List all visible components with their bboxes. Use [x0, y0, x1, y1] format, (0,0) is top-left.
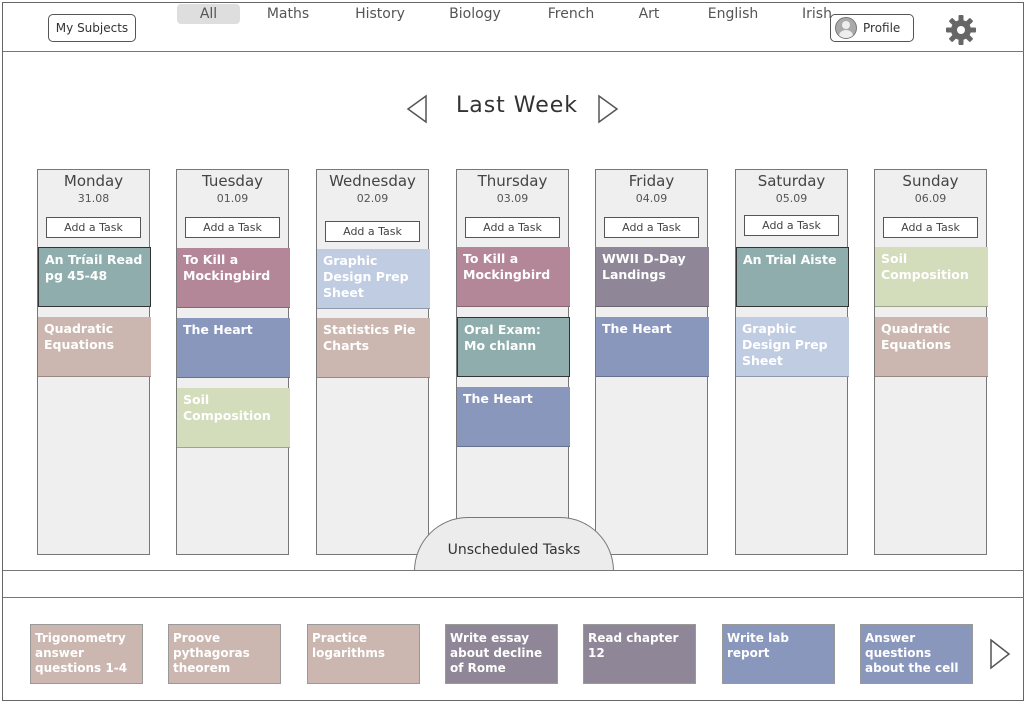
task-card[interactable]: An Trial Aiste	[736, 247, 849, 307]
add-task-button[interactable]: Add a Task	[465, 217, 560, 238]
day-name: Wednesday	[329, 172, 416, 190]
add-task-button[interactable]: Add a Task	[604, 217, 699, 238]
scroll-right-icon[interactable]	[988, 638, 1012, 670]
add-task-button[interactable]: Add a Task	[883, 217, 978, 238]
day-column-monday: Monday 31.08 Add a Task An Tríail Read p…	[37, 169, 151, 555]
my-subjects-label: My Subjects	[55, 21, 129, 35]
task-card[interactable]: Soil Composition	[875, 247, 988, 307]
unscheduled-tasks-tab[interactable]: Unscheduled Tasks	[414, 517, 614, 571]
day-date: 04.09	[635, 192, 668, 205]
day-column-tuesday: Tuesday 01.09 Add a Task To Kill a Mocki…	[176, 169, 290, 555]
day-column-friday: Friday 04.09 Add a Task WWII D-Day Landi…	[595, 169, 709, 555]
next-week-icon[interactable]	[596, 94, 620, 124]
day-name: Monday	[63, 172, 124, 190]
subject-filter-bar	[3, 570, 1024, 598]
task-card[interactable]: Graphic Design Prep Sheet	[317, 249, 430, 309]
filter-english[interactable]: English	[700, 4, 766, 24]
unscheduled-tasks-label: Unscheduled Tasks	[447, 542, 581, 558]
unscheduled-task-card[interactable]: Proove pythagoras theorem	[168, 624, 281, 684]
filter-french[interactable]: French	[538, 4, 604, 24]
day-date: 03.09	[496, 192, 529, 205]
day-column-wednesday: Wednesday 02.09 Add a Task Graphic Desig…	[316, 169, 430, 555]
week-title: Last Week	[455, 93, 579, 118]
day-name: Sunday	[902, 172, 959, 190]
day-date: 02.09	[356, 192, 389, 205]
unscheduled-task-card[interactable]: Practice logarithms	[307, 624, 420, 684]
task-card[interactable]: WWII D-Day Landings	[596, 247, 709, 307]
task-card[interactable]: To Kill a Mockingbird	[177, 248, 290, 308]
day-name: Friday	[628, 172, 675, 190]
task-card[interactable]: Graphic Design Prep Sheet	[736, 317, 849, 377]
task-card[interactable]: The Heart	[457, 387, 570, 447]
unscheduled-task-card[interactable]: Answer questions about the cell	[860, 624, 973, 684]
task-card[interactable]: The Heart	[177, 318, 290, 378]
gear-icon[interactable]	[945, 14, 977, 46]
task-card[interactable]: Quadratic Equations	[38, 317, 151, 377]
filter-history[interactable]: History	[345, 4, 415, 24]
previous-week-icon[interactable]	[405, 94, 429, 124]
add-task-button[interactable]: Add a Task	[744, 215, 839, 236]
unscheduled-task-card[interactable]: Read chapter 12	[583, 624, 696, 684]
task-card[interactable]: Statistics Pie Charts	[317, 318, 430, 378]
day-column-sunday: Sunday 06.09 Add a Task Soil Composition…	[874, 169, 988, 555]
unscheduled-task-card[interactable]: Trigonometry answer questions 1-4	[30, 624, 143, 684]
unscheduled-task-card[interactable]: Write essay about decline of Rome	[445, 624, 558, 684]
task-card[interactable]: Quadratic Equations	[875, 317, 988, 377]
unscheduled-task-card[interactable]: Write lab report	[722, 624, 835, 684]
day-name: Tuesday	[201, 172, 264, 190]
my-subjects-button[interactable]: My Subjects	[48, 14, 136, 42]
profile-button[interactable]: Profile	[830, 14, 914, 42]
day-date: 06.09	[914, 192, 947, 205]
task-card[interactable]: Soil Composition	[177, 388, 290, 448]
day-name: Saturday	[757, 172, 826, 190]
task-card[interactable]: An Tríail Read pg 45-48	[38, 247, 151, 307]
filter-biology[interactable]: Biology	[440, 4, 510, 24]
filter-maths[interactable]: Maths	[258, 4, 318, 24]
profile-label: Profile	[863, 21, 901, 35]
day-name: Thursday	[477, 172, 548, 190]
filter-all[interactable]: All	[177, 4, 240, 24]
task-card[interactable]: Oral Exam: Mo chlann	[457, 317, 570, 377]
task-card[interactable]: The Heart	[596, 317, 709, 377]
day-date: 31.08	[77, 192, 110, 205]
day-column-saturday: Saturday 05.09 Add a Task An Trial Aiste…	[735, 169, 849, 555]
filter-irish[interactable]: Irish	[794, 4, 840, 24]
filter-art[interactable]: Art	[630, 4, 668, 24]
add-task-button[interactable]: Add a Task	[325, 221, 420, 242]
day-date: 01.09	[216, 192, 249, 205]
day-column-thursday: Thursday 03.09 Add a Task To Kill a Mock…	[456, 169, 570, 555]
add-task-button[interactable]: Add a Task	[185, 217, 280, 238]
task-card[interactable]: To Kill a Mockingbird	[457, 247, 570, 307]
day-date: 05.09	[775, 192, 808, 205]
add-task-button[interactable]: Add a Task	[46, 217, 141, 238]
